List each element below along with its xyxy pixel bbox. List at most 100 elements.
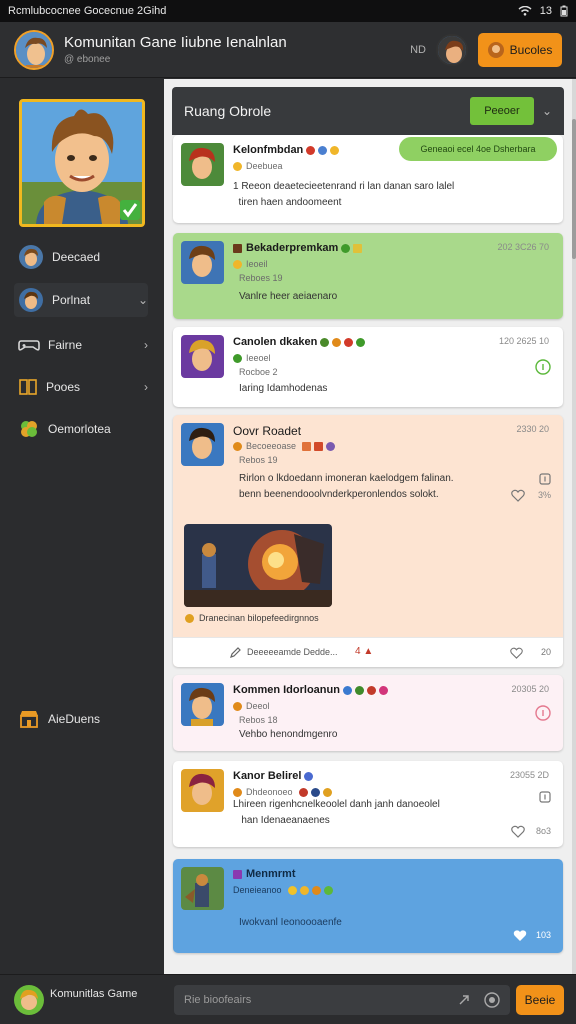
emoji-icon bbox=[306, 145, 316, 155]
like-count: 3% bbox=[537, 490, 551, 500]
sidebar-item-1[interactable]: Porlnat ⌄ bbox=[14, 283, 148, 317]
sidebar-item-2[interactable]: Fairne › bbox=[14, 328, 148, 362]
post-meta-secondary: Rocboe 2 bbox=[239, 367, 278, 377]
gamepad-icon bbox=[18, 340, 40, 351]
emoji-icon bbox=[330, 145, 340, 155]
chevron-right-icon: › bbox=[144, 338, 148, 352]
header-action-button[interactable]: Bucoles bbox=[478, 32, 562, 67]
info-icon[interactable] bbox=[539, 473, 551, 485]
post-meta: Becoeeoase bbox=[233, 441, 336, 452]
emoji-icon bbox=[233, 788, 242, 798]
post-body: Lhireen rigenhcnelkeoolel danh janh dano… bbox=[233, 799, 440, 826]
app-header: Komunitan Gane Iiubne Ienalnlan @ ebonee… bbox=[0, 22, 576, 78]
book-icon bbox=[19, 379, 37, 395]
post-body: Iaring Idamhodenas bbox=[239, 383, 328, 394]
heart-icon[interactable] bbox=[510, 647, 523, 659]
info-icon[interactable] bbox=[535, 705, 551, 721]
heart-icon[interactable] bbox=[511, 489, 525, 502]
pencil-icon[interactable] bbox=[229, 647, 241, 659]
post-author: Kommen Idorloanun bbox=[233, 684, 388, 696]
emoji-icon bbox=[233, 702, 242, 712]
emoji-icon bbox=[356, 337, 366, 347]
emoji-icon bbox=[311, 886, 321, 896]
feed-action-button[interactable]: Peeoer bbox=[469, 97, 534, 125]
post-card[interactable]: Kanor Belirel Dhdeonoeo Lhireen rigenhcn… bbox=[173, 761, 563, 847]
feed-title: Ruang Obrole bbox=[184, 103, 272, 119]
sidebar-item-0[interactable]: Deecaed bbox=[14, 240, 148, 274]
post-body: Rirlon o lkdoedann imoneran kaelodgem fa… bbox=[239, 473, 454, 500]
emoji-icon bbox=[342, 685, 352, 695]
post-meta-secondary: Rebos 18 bbox=[239, 715, 278, 725]
emoji-icon bbox=[233, 260, 242, 270]
post-meta: Deeol bbox=[233, 701, 270, 712]
post-author: Oovr Roadet bbox=[233, 424, 302, 438]
community-avatar-icon[interactable] bbox=[14, 29, 54, 70]
wifi-icon bbox=[518, 6, 532, 16]
post-body: 1 Reeon deaetecieetenrand ri lan danan s… bbox=[233, 181, 455, 208]
post-meta-secondary: Rebos 19 bbox=[239, 455, 278, 465]
heart-icon[interactable] bbox=[513, 929, 527, 942]
sidebar-item-label: Porlnat bbox=[52, 293, 91, 307]
post-author: Menmrmt bbox=[233, 868, 296, 880]
post-card[interactable]: Oovr Roadet Becoeeoase Rebos 19 Rirlon o… bbox=[173, 415, 563, 667]
avatar-icon bbox=[487, 41, 504, 58]
post-card[interactable]: Kommen Idorloanun Deeol Rebos 18 Vehbo h… bbox=[173, 675, 563, 751]
post-meta: Deebuea bbox=[233, 161, 283, 172]
post-image[interactable] bbox=[184, 524, 332, 607]
feed-header: Ruang Obrole Peeoer ⌄ bbox=[172, 87, 564, 135]
sidebar-item-label: Oemorlotea bbox=[48, 422, 111, 436]
emoji-icon bbox=[314, 442, 324, 452]
avatar bbox=[181, 423, 224, 466]
heart-icon[interactable] bbox=[511, 825, 525, 838]
emoji-icon bbox=[378, 685, 388, 695]
post-author: Canolen dkaken bbox=[233, 336, 366, 348]
emoji-icon bbox=[233, 442, 242, 452]
user-avatar[interactable] bbox=[436, 33, 468, 66]
post-card[interactable]: Menmrmt Deneieanoo Iwokvanl Ieonoooaenfe… bbox=[173, 859, 563, 953]
post-card[interactable]: Kelonfmbdan Deebuea 1 Reeon deaetecieete… bbox=[173, 135, 563, 223]
send-button[interactable]: Beeie bbox=[516, 985, 564, 1015]
scrollbar[interactable] bbox=[572, 79, 576, 974]
battery-icon bbox=[560, 5, 568, 17]
emoji-icon bbox=[353, 243, 363, 253]
avatar-icon bbox=[19, 288, 43, 312]
info-icon[interactable] bbox=[539, 791, 551, 803]
emoji-picker-icon[interactable] bbox=[484, 992, 500, 1008]
sidebar-item-label: AieDuens bbox=[48, 712, 101, 726]
post-meta: Ieeoel bbox=[233, 353, 271, 364]
scrollbar-thumb[interactable] bbox=[572, 119, 576, 259]
avatar bbox=[181, 143, 224, 186]
emoji-icon bbox=[233, 354, 242, 364]
emoji-icon bbox=[185, 614, 194, 624]
send-arrow-icon[interactable] bbox=[458, 994, 470, 1006]
post-meta: Dhdeonoeo bbox=[233, 787, 332, 798]
sidebar-item-3[interactable]: Pooes › bbox=[14, 370, 148, 404]
header-badge: ND bbox=[410, 43, 426, 56]
sidebar-bottom-item[interactable]: AieDuens bbox=[14, 702, 148, 736]
profile-portrait[interactable] bbox=[19, 99, 145, 227]
chevron-down-icon: ⌄ bbox=[137, 293, 148, 307]
sidebar-item-4[interactable]: Oemorlotea bbox=[14, 412, 148, 446]
emoji-icon bbox=[299, 886, 309, 896]
emoji-icon bbox=[233, 162, 242, 172]
post-card[interactable]: Bekaderpremkam Ieoeil Reboes 19 Vanlre h… bbox=[173, 233, 563, 319]
emoji-icon bbox=[320, 337, 330, 347]
post-card[interactable]: Canolen dkaken Ieeoel Rocboe 2 Iaring Id… bbox=[173, 327, 563, 407]
emoji-icon bbox=[332, 337, 342, 347]
message-input[interactable]: Rie bioofeairs bbox=[174, 985, 510, 1015]
info-icon[interactable] bbox=[535, 359, 551, 375]
emoji-icon bbox=[304, 771, 314, 781]
post-timestamp: 2330 20 bbox=[516, 424, 549, 434]
post-author: Kelonfmbdan bbox=[233, 144, 340, 156]
emoji-icon bbox=[287, 886, 297, 896]
chevron-down-icon[interactable]: ⌄ bbox=[542, 104, 552, 118]
emoji-icon bbox=[302, 442, 312, 452]
alert-icon: 4 ▲ bbox=[355, 646, 374, 657]
footer-text: Deeeeeamde Dedde... bbox=[247, 647, 338, 657]
status-carrier: Rcmlubcocnee Gocecnue 2Gihd bbox=[8, 5, 167, 17]
avatar-icon bbox=[19, 245, 43, 269]
emoji-icon bbox=[298, 788, 308, 798]
emoji-icon bbox=[322, 788, 332, 798]
composer-label: Komunitlas Game bbox=[50, 988, 138, 1000]
sidebar-item-label: Pooes bbox=[46, 380, 81, 394]
